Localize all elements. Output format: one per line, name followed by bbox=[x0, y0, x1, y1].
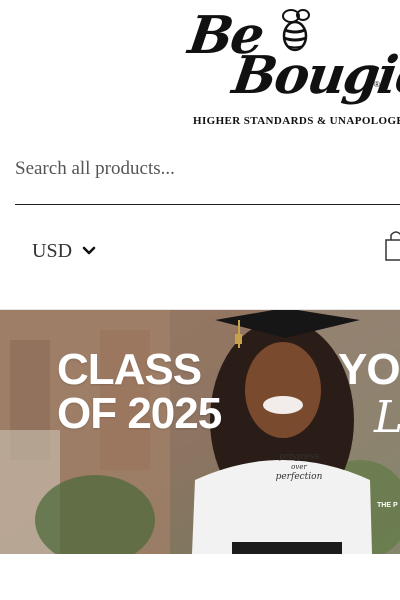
shirt-text-1: progress bbox=[278, 452, 320, 462]
shirt-text-2: over bbox=[291, 463, 307, 471]
brand-tagline: HIGHER STANDARDS & UNAPOLOGET bbox=[193, 115, 400, 127]
hero-small-text: THE P bbox=[377, 502, 398, 509]
search-bar bbox=[15, 150, 400, 205]
currency-selector[interactable]: USD bbox=[32, 236, 96, 266]
site-header: Be Bougie ® HIGHER STANDARDS & UNAPOLOGE… bbox=[0, 0, 400, 140]
shopping-bag-icon[interactable] bbox=[384, 228, 400, 262]
currency-label: USD bbox=[32, 239, 73, 262]
hero-headline-line1: CLASS bbox=[57, 345, 202, 394]
hero-headline-line2: OF 2025 bbox=[57, 389, 222, 438]
shirt-text-3: perfection bbox=[275, 472, 323, 482]
hero-right-text-line2: L bbox=[374, 396, 400, 440]
search-input[interactable] bbox=[15, 154, 385, 184]
shirt-print: progress over perfection bbox=[269, 452, 329, 482]
registered-mark: ® bbox=[374, 80, 380, 89]
chevron-down-icon bbox=[82, 246, 96, 255]
brand-logo[interactable]: Be Bougie ® HIGHER STANDARDS & UNAPOLOGE… bbox=[185, 5, 400, 130]
hero-right-text-line1: YO bbox=[338, 345, 400, 394]
brand-name-line2: Bougie bbox=[228, 45, 400, 106]
